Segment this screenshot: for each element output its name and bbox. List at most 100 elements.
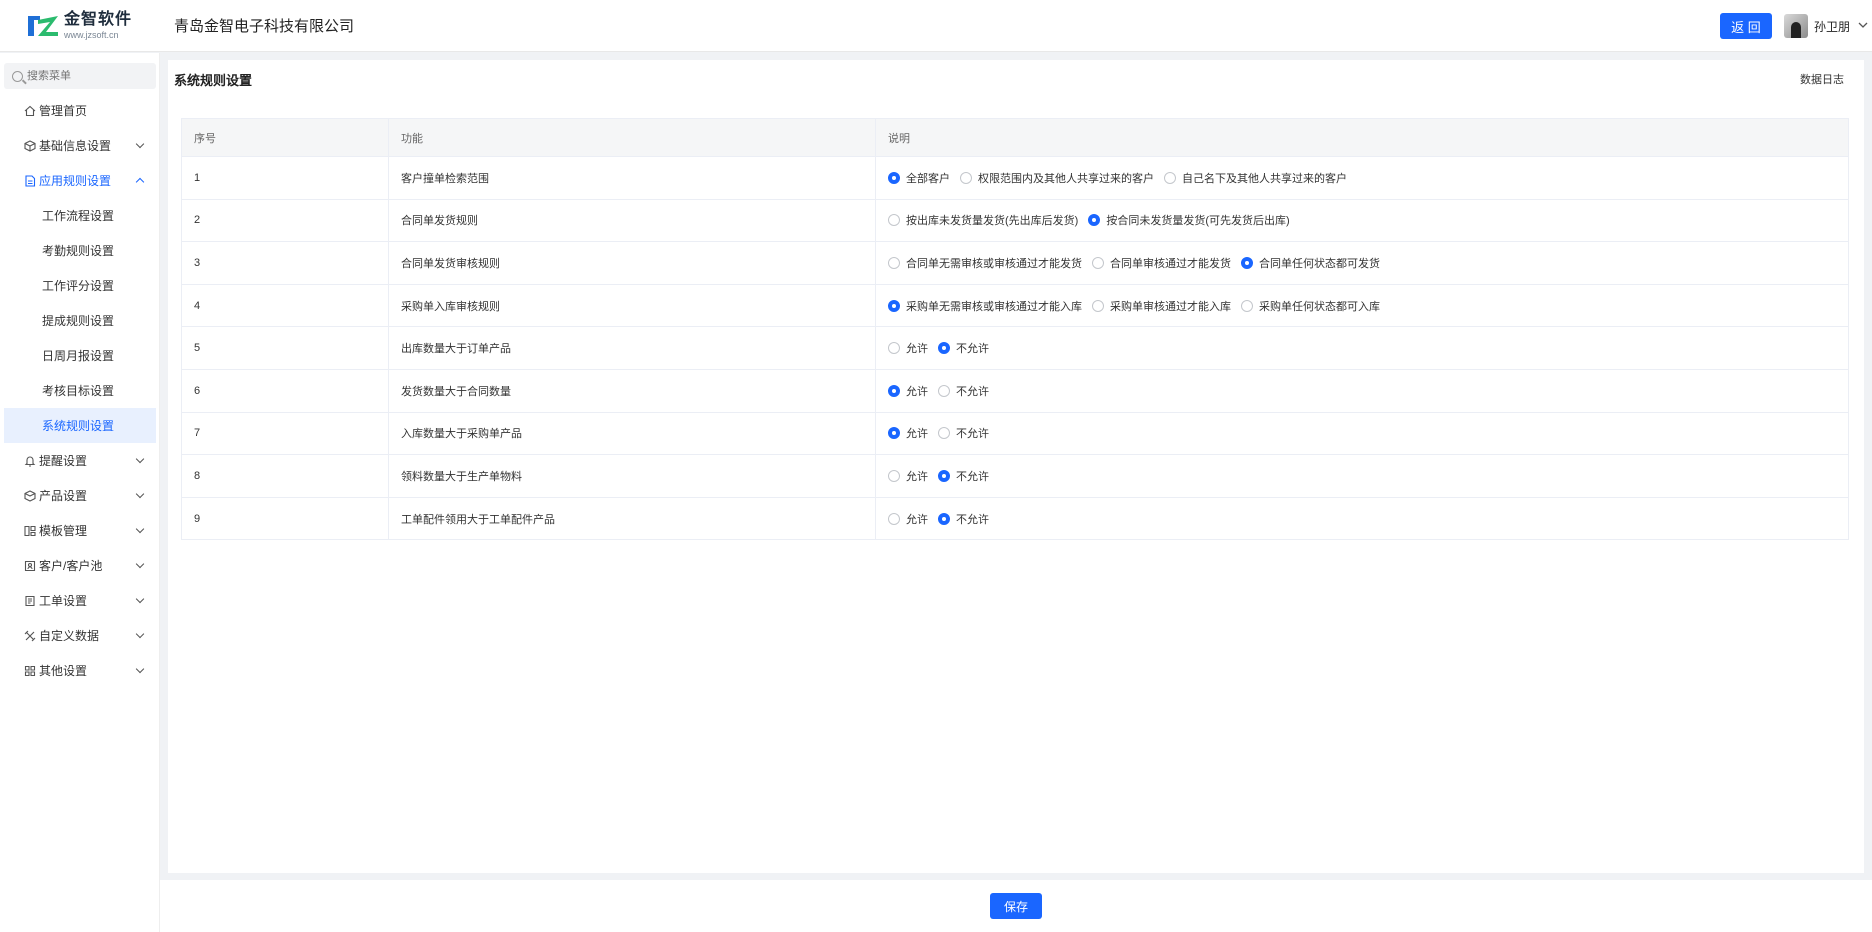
grid-icon [24, 665, 36, 677]
radio-checked-icon[interactable] [1088, 214, 1101, 227]
row-options: 全部客户 权限范围内及其他人共享过来的客户 自己名下及其他人共享过来的客户 [875, 156, 1849, 200]
radio-unchecked-icon[interactable] [938, 384, 950, 397]
chevron-down-icon [135, 524, 145, 534]
avatar[interactable] [1783, 14, 1808, 38]
radio-checked-icon[interactable] [1241, 256, 1253, 269]
workorder-icon [24, 595, 36, 607]
radio-option[interactable]: 允许 [888, 383, 928, 399]
radio-option[interactable]: 全部客户 [888, 170, 950, 186]
radio-group: 全部客户 权限范围内及其他人共享过来的客户 自己名下及其他人共享过来的客户 [888, 170, 1848, 186]
radio-option[interactable]: 不允许 [938, 425, 989, 441]
radio-unchecked-icon[interactable] [888, 342, 900, 355]
radio-label: 合同单审核通过才能发货 [1110, 257, 1231, 270]
sidebar-subitem-scoring[interactable]: 工作评分设置 [0, 268, 159, 303]
sidebar-subitem-commission[interactable]: 提成规则设置 [0, 303, 159, 338]
sidebar-subitem-targets[interactable]: 考核目标设置 [0, 373, 159, 408]
table-row: 3 合同单发货审核规则 合同单无需审核或审核通过才能发货 合同单审核通过才能发货 合同单… [181, 241, 1849, 285]
table-row: 1 客户撞单检索范围 全部客户 权限范围内及其他人共享过来的客户 自己名下及其他人共享过… [181, 156, 1849, 200]
radio-unchecked-icon[interactable] [1092, 299, 1104, 312]
row-options: 允许 不允许 [875, 454, 1849, 498]
radio-unchecked-icon[interactable] [888, 469, 900, 482]
radio-checked-icon[interactable] [938, 342, 950, 355]
radio-option[interactable]: 允许 [888, 511, 928, 527]
radio-unchecked-icon[interactable] [888, 256, 900, 269]
footer-bar: 保存 [160, 880, 1872, 932]
sidebar-item-workorders[interactable]: 工单设置 [0, 583, 159, 618]
row-index: 5 [181, 326, 389, 370]
sidebar-item-app-rules[interactable]: 应用规则设置 [0, 163, 159, 198]
radio-checked-icon[interactable] [938, 512, 950, 525]
radio-checked-icon[interactable] [888, 171, 900, 184]
sidebar-item-products[interactable]: 产品设置 [0, 478, 159, 513]
radio-label: 允许 [906, 343, 928, 356]
sidebar-subitem-system-rules[interactable]: 系统规则设置 [4, 408, 156, 443]
menu-search-input[interactable] [27, 70, 137, 82]
radio-group: 采购单无需审核或审核通过才能入库 采购单审核通过才能入库 采购单任何状态都可入库 [888, 298, 1848, 314]
save-button[interactable]: 保存 [990, 893, 1042, 919]
main-panel: 系统规则设置 数据日志 序号 功能 说明 1 客户撞单检索范围 全部客户 权限范围内及… [168, 60, 1864, 873]
radio-option[interactable]: 允许 [888, 340, 928, 356]
radio-unchecked-icon[interactable] [938, 427, 950, 440]
radio-option[interactable]: 自己名下及其他人共享过来的客户 [1164, 170, 1347, 186]
chevron-down-icon [135, 139, 145, 149]
sidebar-subitem-workflow[interactable]: 工作流程设置 [0, 198, 159, 233]
sidebar-item-customers[interactable]: 客户/客户池 [0, 548, 159, 583]
radio-label: 自己名下及其他人共享过来的客户 [1182, 172, 1347, 185]
radio-checked-icon[interactable] [888, 427, 900, 440]
radio-unchecked-icon[interactable] [888, 512, 900, 525]
table-row: 8 领料数量大于生产单物料 允许 不允许 [181, 454, 1849, 498]
row-index: 9 [181, 497, 389, 541]
radio-label: 允许 [906, 513, 928, 526]
radio-checked-icon[interactable] [888, 299, 900, 312]
radio-unchecked-icon[interactable] [888, 214, 900, 227]
logo[interactable]: 金智软件 www.jzsoft.cn [0, 0, 160, 52]
radio-option[interactable]: 不允许 [938, 468, 989, 484]
radio-checked-icon[interactable] [888, 384, 900, 397]
radio-option[interactable]: 采购单任何状态都可入库 [1241, 298, 1380, 314]
radio-option[interactable]: 允许 [888, 468, 928, 484]
row-options: 允许 不允许 [875, 497, 1849, 541]
radio-label: 不允许 [956, 513, 989, 526]
sidebar-item-other[interactable]: 其他设置 [0, 653, 159, 688]
radio-option[interactable]: 权限范围内及其他人共享过来的客户 [960, 170, 1154, 186]
radio-option[interactable]: 不允许 [938, 383, 989, 399]
radio-group: 允许 不允许 [888, 511, 1848, 527]
home-icon [24, 105, 36, 117]
radio-option[interactable]: 不允许 [938, 340, 989, 356]
row-function: 出库数量大于订单产品 [388, 326, 876, 370]
radio-option[interactable]: 合同单无需审核或审核通过才能发货 [888, 255, 1082, 271]
company-name: 青岛金智电子科技有限公司 [174, 18, 355, 35]
sidebar-item-custom-data[interactable]: 自定义数据 [0, 618, 159, 653]
radio-option[interactable]: 不允许 [938, 511, 989, 527]
menu-search[interactable] [4, 63, 156, 89]
user-menu-chevron-icon[interactable] [1858, 20, 1868, 33]
radio-unchecked-icon[interactable] [960, 171, 972, 184]
sidebar-subitem-attendance[interactable]: 考勤规则设置 [0, 233, 159, 268]
sidebar-subitem-reports[interactable]: 日周月报设置 [0, 338, 159, 373]
radio-unchecked-icon[interactable] [1241, 299, 1253, 312]
chevron-up-icon [135, 177, 145, 187]
radio-option[interactable]: 采购单无需审核或审核通过才能入库 [888, 298, 1082, 314]
sidebar-item-home[interactable]: 管理首页 [0, 93, 159, 128]
radio-label: 不允许 [956, 428, 989, 441]
radio-checked-icon[interactable] [938, 469, 950, 482]
chevron-down-icon [135, 559, 145, 569]
sidebar-item-reminders[interactable]: 提醒设置 [0, 443, 159, 478]
data-log-link[interactable]: 数据日志 [1800, 71, 1844, 87]
row-options: 采购单无需审核或审核通过才能入库 采购单审核通过才能入库 采购单任何状态都可入库 [875, 284, 1849, 328]
radio-option[interactable]: 按出库未发货量发货(先出库后发货) [888, 212, 1078, 228]
radio-unchecked-icon[interactable] [1164, 171, 1176, 184]
radio-option[interactable]: 合同单任何状态都可发货 [1241, 255, 1380, 271]
sidebar-item-label: 模板管理 [39, 524, 88, 538]
radio-option[interactable]: 允许 [888, 425, 928, 441]
row-options: 合同单无需审核或审核通过才能发货 合同单审核通过才能发货 合同单任何状态都可发货 [875, 241, 1849, 285]
radio-option[interactable]: 按合同未发货量发货(可先发货后出库) [1088, 212, 1290, 228]
radio-unchecked-icon[interactable] [1092, 256, 1104, 269]
radio-option[interactable]: 合同单审核通过才能发货 [1092, 255, 1231, 271]
column-header-description: 说明 [875, 118, 1849, 157]
radio-option[interactable]: 采购单审核通过才能入库 [1092, 298, 1231, 314]
username[interactable]: 孙卫朋 [1814, 18, 1850, 35]
sidebar-item-basic-info[interactable]: 基础信息设置 [0, 128, 159, 163]
sidebar-item-templates[interactable]: 模板管理 [0, 513, 159, 548]
back-button[interactable]: 返 回 [1719, 13, 1772, 39]
